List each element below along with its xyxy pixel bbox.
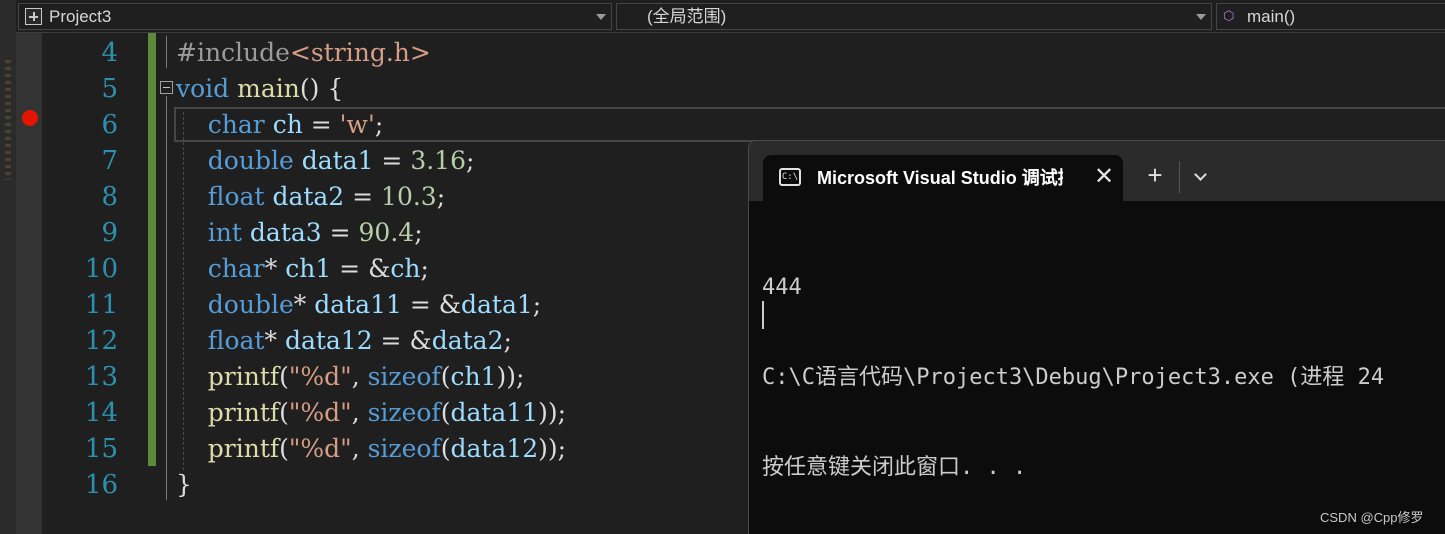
collapse-icon[interactable] [160, 81, 173, 94]
scope-dropdown-label: (全局范围) [647, 7, 727, 26]
code-line[interactable]: char ch = 'w'; [176, 107, 383, 143]
code-line[interactable]: printf("%d", sizeof(ch1)); [176, 359, 525, 395]
tab-separator [1179, 161, 1180, 193]
code-line[interactable]: int data3 = 90.4; [176, 215, 423, 251]
outline-line [166, 36, 167, 68]
code-line[interactable]: void main() { [176, 71, 343, 107]
side-strip-labels [5, 60, 11, 180]
text-cursor [762, 301, 764, 329]
navigation-bar: Project3 (全局范围) ⬡ main() [16, 0, 1445, 33]
line-number: 16 [84, 470, 118, 500]
line-number: 10 [84, 254, 118, 284]
code-line[interactable]: double data1 = 3.16; [176, 143, 475, 179]
code-line[interactable]: #include<string.h> [176, 35, 431, 71]
project-icon [25, 8, 42, 25]
project-dropdown[interactable]: Project3 [18, 3, 612, 30]
line-number: 4 [101, 38, 118, 68]
code-line[interactable]: printf("%d", sizeof(data11)); [176, 395, 566, 431]
line-number: 14 [84, 398, 118, 428]
terminal-tab-bar: C:\ Microsoft Visual Studio 调试控制台 ✕ + [749, 141, 1445, 201]
line-number: 9 [101, 218, 118, 248]
visual-studio-window: Project3 (全局范围) ⬡ main() 4 5 6 7 8 9 10 … [0, 0, 1445, 534]
toolbox-side-strip[interactable] [0, 0, 16, 534]
line-number: 6 [101, 110, 118, 140]
watermark: CSDN @Cpp修罗 [1320, 510, 1424, 525]
line-number: 15 [84, 434, 118, 464]
cube-icon: ⬡ [1223, 8, 1235, 23]
code-line[interactable]: printf("%d", sizeof(data12)); [176, 431, 566, 467]
terminal-tab-title: Microsoft Visual Studio 调试控制台 [817, 168, 1063, 188]
close-tab-button[interactable]: ✕ [1093, 164, 1115, 190]
scope-dropdown[interactable]: (全局范围) [616, 3, 1212, 30]
line-number: 7 [101, 146, 118, 176]
change-tracking-bar [148, 33, 156, 466]
line-number: 8 [101, 182, 118, 212]
terminal-output[interactable]: 444 C:\C语言代码\Project3\Debug\Project3.exe… [762, 213, 1445, 534]
outline-line [166, 96, 167, 500]
line-number: 12 [84, 326, 118, 356]
new-tab-button[interactable]: + [1141, 161, 1169, 189]
terminal-output-line: C:\C语言代码\Project3\Debug\Project3.exe (进程… [762, 365, 1385, 390]
chevron-down-icon [1196, 14, 1206, 20]
line-number: 11 [84, 290, 118, 320]
line-number: 5 [101, 74, 118, 104]
terminal-tab[interactable]: C:\ Microsoft Visual Studio 调试控制台 ✕ [763, 155, 1123, 201]
line-number: 13 [84, 362, 118, 392]
function-dropdown-label: main() [1247, 7, 1296, 26]
chevron-down-icon[interactable] [1190, 165, 1212, 187]
terminal-output-line: 444 [762, 275, 802, 300]
code-line[interactable]: } [176, 467, 192, 503]
terminal-output-line: 按任意键关闭此窗口. . . [762, 455, 1027, 480]
code-line[interactable]: double* data11 = &data1; [176, 287, 541, 323]
code-line[interactable]: float* data12 = &data2; [176, 323, 512, 359]
code-line[interactable]: char* ch1 = &ch; [176, 251, 429, 287]
cmd-icon: C:\ [779, 168, 801, 186]
glyph-margin[interactable] [16, 33, 42, 534]
function-dropdown[interactable]: ⬡ main() [1216, 3, 1445, 30]
code-line[interactable]: float data2 = 10.3; [176, 179, 445, 215]
debug-console-window[interactable]: C:\ Microsoft Visual Studio 调试控制台 ✕ + 44… [748, 140, 1445, 534]
chevron-down-icon [596, 14, 606, 20]
project-dropdown-label: Project3 [49, 7, 112, 26]
breakpoint-icon[interactable] [22, 110, 38, 126]
